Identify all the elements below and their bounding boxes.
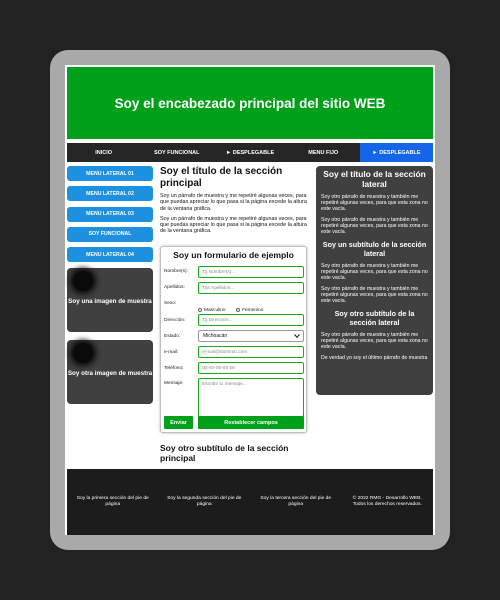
footer-section-3: Soy la tercera sección del pie de página — [260, 496, 332, 507]
side-menu-button-funcional[interactable]: SOY FUNCIONAL — [67, 226, 153, 242]
name-input[interactable]: Tu Nombre(s)... — [198, 266, 304, 278]
left-sidebar: MENU LATERAL 01 MENU LATERAL 02 MENU LAT… — [67, 166, 153, 412]
image-placeholder-graphic — [73, 271, 93, 292]
nav-item-inicio[interactable]: INICIO — [67, 143, 140, 162]
phone-label: Teléfono: — [164, 366, 184, 371]
radio-circle-icon — [198, 308, 202, 312]
main-nav: INICIO SOY FUNCIONAL ► DESPLEGABLE MENU … — [67, 143, 434, 162]
surname-label: Apellidos: — [164, 285, 185, 290]
message-textarea[interactable]: Escribe tu mensaje... — [198, 378, 304, 417]
form-title: Soy un formulario de ejemplo — [173, 250, 294, 260]
radio-masculino-label: Masculino — [204, 307, 226, 313]
radio-femenino-label: Femenino — [242, 307, 264, 313]
sample-image-2: Soy otra imagen de muestra — [67, 340, 153, 405]
side-menu-button-04[interactable]: MENU LATERAL 04 — [67, 247, 153, 263]
phone-input[interactable]: 00-00-00-00-00 — [198, 362, 304, 374]
state-select[interactable]: Michoacán — [198, 330, 304, 342]
nav-item-desplegable[interactable]: ► DESPLEGABLE — [213, 143, 286, 162]
side-paragraph-4: Soy otro párrafo de muestra y también me… — [321, 285, 428, 305]
main-section: Soy el título de la sección principal So… — [160, 166, 310, 235]
radio-femenino[interactable]: Femenino — [236, 308, 263, 313]
address-label: Dirección: — [164, 318, 186, 323]
side-menu-button-02[interactable]: MENU LATERAL 02 — [67, 186, 153, 202]
right-sidebar: Soy el título de la sección lateral Soy … — [316, 166, 433, 395]
sample-image-1-caption: Soy una imagen de muestra — [68, 298, 152, 306]
nav-item-menu-fijo[interactable]: MENU FIJO — [287, 143, 360, 162]
site-title: Soy el encabezado principal del sitio WE… — [114, 95, 386, 111]
state-label: Estado: — [164, 334, 181, 339]
site-footer: Soy la primera sección del pie de página… — [67, 469, 433, 535]
sample-image-1: Soy una imagen de muestra — [67, 268, 153, 333]
side-paragraph-1: Soy otro párrafo de muestra y también me… — [321, 193, 428, 212]
side-subtitle-2: Soy otro subtítulo de la sección lateral — [334, 309, 415, 327]
main-paragraph-2: Soy un párrafo de muestra y me repetiré … — [160, 215, 307, 235]
side-menu-button-01[interactable]: MENU LATERAL 01 — [67, 166, 153, 181]
image-placeholder-graphic — [73, 343, 93, 364]
side-menu-button-03[interactable]: MENU LATERAL 03 — [67, 206, 153, 222]
submit-button[interactable]: Enviar — [164, 416, 193, 429]
surname-input[interactable]: Tus Apellidos... — [198, 282, 304, 294]
reset-button[interactable]: Restablecer campos — [198, 416, 304, 429]
radio-circle-icon — [236, 308, 241, 312]
sex-label: Sexo: — [164, 301, 177, 306]
radio-masculino[interactable]: Masculino — [198, 308, 226, 313]
side-paragraph-2: Soy otro párrafo de muestra y también me… — [321, 216, 428, 236]
state-select-value: Michoacán — [203, 333, 228, 339]
main-subtitle-2: Soy otro subtítulo de la sección princip… — [160, 443, 289, 463]
email-input[interactable]: e-mail@dominio.com — [198, 346, 304, 358]
side-section-title: Soy el título de la sección lateral — [323, 169, 426, 189]
footer-section-1: Soy la primera sección del pie de página — [76, 496, 149, 507]
side-paragraph-5: Soy otro párrafo de muestra y también me… — [321, 331, 428, 350]
side-paragraph-6: De verdad yo soy el último párrafo de mu… — [321, 354, 428, 361]
address-input[interactable]: Tu Dirección... — [198, 314, 304, 326]
name-label: Nombre(s): — [164, 269, 188, 274]
main-paragraph-1: Soy un párrafo de muestra y me repetiré … — [160, 193, 307, 212]
sample-image-2-caption: Soy otra imagen de muestra — [67, 370, 153, 378]
sample-form: Soy un formulario de ejemplo Nombre(s): … — [160, 246, 307, 433]
chevron-down-icon — [294, 334, 300, 338]
web-page: Soy el encabezado principal del sitio WE… — [65, 65, 435, 535]
footer-copyright: © 2022 RMG - Desarrollo WEB. Todos los d… — [352, 496, 422, 507]
side-paragraph-3: Soy otro párrafo de muestra y también me… — [321, 262, 428, 281]
nav-item-soy-funcional[interactable]: SOY FUNCIONAL — [140, 143, 213, 162]
message-label: Mensaje: — [164, 381, 184, 386]
main-section-title: Soy el título de la sección principal — [160, 166, 283, 189]
footer-section-2: Soy la segunda sección del pie de página — [167, 496, 242, 507]
site-header: Soy el encabezado principal del sitio WE… — [67, 67, 433, 139]
side-subtitle-1: Soy un subtítulo de la sección lateral — [322, 240, 427, 258]
nav-item-desplegable-active[interactable]: ► DESPLEGABLE — [359, 143, 434, 162]
email-label: e-mail: — [164, 350, 179, 355]
